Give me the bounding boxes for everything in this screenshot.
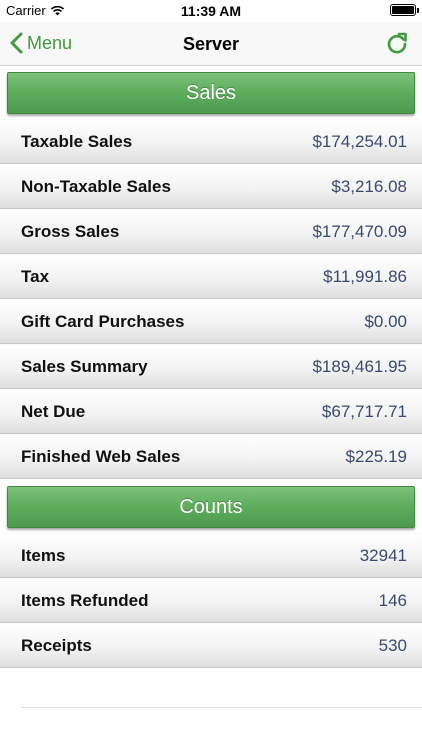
counts-rows: Items 32941 Items Refunded 146 Receipts 530 <box>0 533 422 668</box>
table-row: Tax $11,991.86 <box>0 254 422 299</box>
row-label: Receipts <box>21 635 92 655</box>
row-label: Finished Web Sales <box>21 446 181 466</box>
row-value: $177,470.09 <box>312 221 407 241</box>
table-row: Items 32941 <box>0 533 422 578</box>
row-label: Items <box>21 545 66 565</box>
sales-rows: Taxable Sales $174,254.01 Non-Taxable Sale… <box>0 119 422 479</box>
row-label: Items Refunded <box>21 590 149 610</box>
table-row: Taxable Sales $174,254.01 <box>0 119 422 164</box>
row-label: Gross Sales <box>21 221 120 241</box>
table-row: Receipts 530 <box>0 623 422 668</box>
status-bar: Carrier 11:39 AM <box>0 0 422 22</box>
counts-section-header: Counts <box>7 486 415 528</box>
table-row: Gift Card Purchases $0.00 <box>0 299 422 344</box>
row-value: 146 <box>378 590 407 610</box>
row-label: Net Due <box>21 401 86 421</box>
table-row: Items Refunded 146 <box>0 578 422 623</box>
report-content: Sales Taxable Sales $174,254.01 Non-Taxabl… <box>0 67 422 668</box>
row-label: Taxable Sales <box>21 131 133 151</box>
row-value: $225.19 <box>345 446 407 466</box>
table-row: Finished Web Sales $225.19 <box>0 434 422 479</box>
row-value: 32941 <box>359 545 407 565</box>
chevron-left-icon <box>10 32 23 54</box>
row-value: $3,216.08 <box>331 176 407 196</box>
row-value: $0.00 <box>364 311 407 331</box>
row-value: $189,461.95 <box>312 356 407 376</box>
row-value: $11,991.86 <box>323 266 407 286</box>
nav-bar: Menu Server <box>0 22 422 66</box>
table-row: Gross Sales $177,470.09 <box>0 209 422 254</box>
table-row: Sales Summary $189,461.95 <box>0 344 422 389</box>
battery-icon <box>390 4 419 16</box>
row-value: $174,254.01 <box>312 131 407 151</box>
sales-section-header: Sales <box>7 72 415 114</box>
row-label: Tax <box>21 266 50 286</box>
row-label: Non-Taxable Sales <box>21 176 171 196</box>
row-label: Gift Card Purchases <box>21 311 185 331</box>
status-time: 11:39 AM <box>180 3 242 19</box>
row-label: Sales Summary <box>21 356 148 376</box>
refresh-icon[interactable] <box>384 31 410 57</box>
row-value: 530 <box>378 635 407 655</box>
table-row: Net Due $67,717.71 <box>0 389 422 434</box>
row-value: $67,717.71 <box>321 401 407 421</box>
back-button[interactable]: Menu <box>10 32 72 54</box>
table-row: Non-Taxable Sales $3,216.08 <box>0 164 422 209</box>
back-button-label: Menu <box>27 32 73 53</box>
bottom-separator <box>21 707 422 708</box>
status-right <box>390 4 419 16</box>
